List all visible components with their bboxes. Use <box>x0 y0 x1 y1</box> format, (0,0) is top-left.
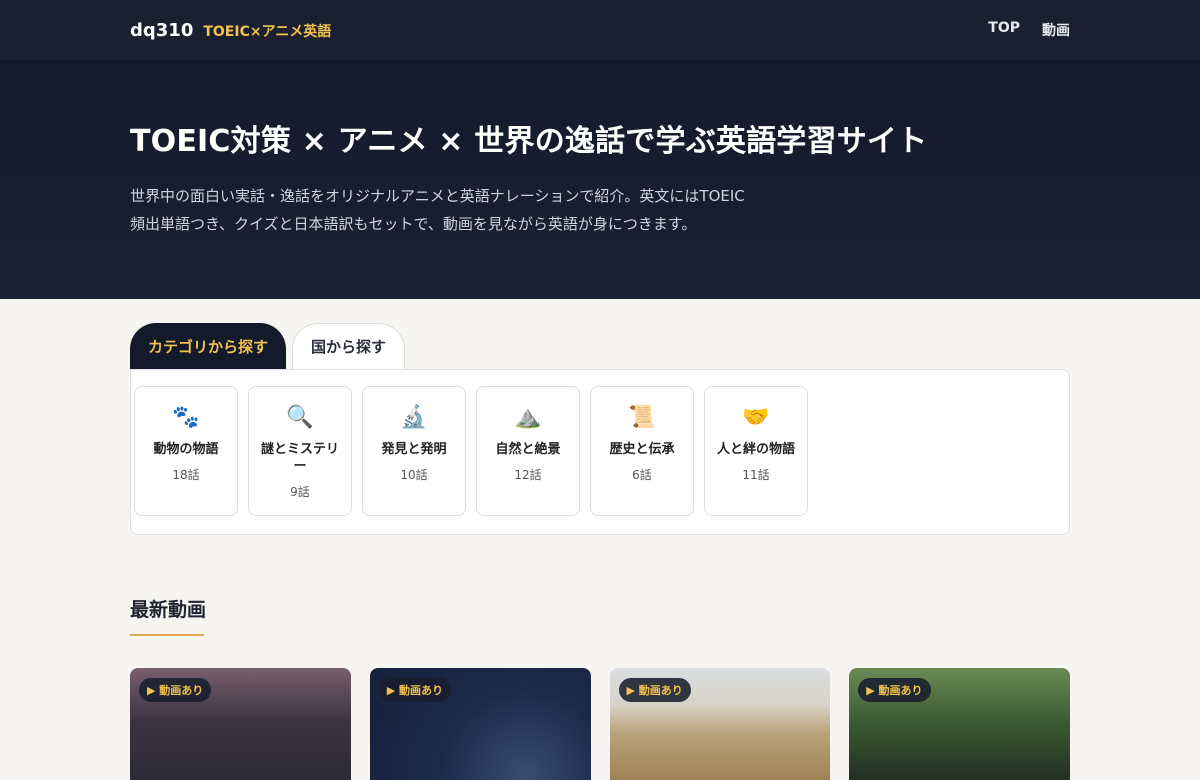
video-badge: ▶ 動画あり <box>139 678 212 702</box>
category-name: 発見と発明 <box>381 442 447 457</box>
hero-description: 世界中の面白い実話・逸話をオリジナルアニメと英語ナレーションで紹介。英文にはTO… <box>130 187 745 233</box>
category-count: 18話 <box>172 468 200 482</box>
brand[interactable]: dq310 TOEIC×アニメ英語 <box>130 20 331 41</box>
browse-section: カテゴリから探す 国から探す 🐾 動物の物語 18話 🔍 謎とミステリー 9話 … <box>0 299 1200 535</box>
category-count: 6話 <box>632 468 652 482</box>
nav-top[interactable]: TOP <box>988 20 1020 40</box>
scroll-icon: 📜 <box>628 405 656 430</box>
category-name: 自然と絶景 <box>495 442 561 457</box>
brand-name[interactable]: dq310 <box>130 20 193 41</box>
category-count: 10話 <box>400 468 428 482</box>
video-grid: ▶ 動画あり ▶ 動画あり ▶ 動画あり ▶ 動画あり <box>130 668 1070 780</box>
nav-videos[interactable]: 動画 <box>1042 20 1070 40</box>
category-name: 人と絆の物語 <box>716 442 795 457</box>
video-badge: ▶ 動画あり <box>858 678 931 702</box>
video-badge: ▶ 動画あり <box>618 678 691 702</box>
browse-tabs: カテゴリから探す 国から探す <box>130 323 1070 369</box>
site-header: dq310 TOEIC×アニメ英語 TOP 動画 <box>0 0 1200 60</box>
video-card-city[interactable]: ▶ 動画あり <box>130 668 351 780</box>
category-card-animals[interactable]: 🐾 動物の物語 18話 <box>134 386 238 516</box>
handshake-icon: 🤝 <box>742 405 770 430</box>
tab-category[interactable]: カテゴリから探す <box>130 323 287 369</box>
category-name: 動物の物語 <box>153 442 219 457</box>
category-count: 9話 <box>290 485 310 499</box>
video-badge: ▶ 動画あり <box>378 678 452 702</box>
category-name: 歴史と伝承 <box>609 442 675 457</box>
brand-subtitle[interactable]: TOEIC×アニメ英語 <box>203 21 331 41</box>
category-count: 11話 <box>742 468 770 482</box>
paw-icon: 🐾 <box>172 405 200 430</box>
mountain-icon: ⛰️ <box>514 405 542 430</box>
hero: TOEIC対策 × アニメ × 世界の逸話で学ぶ英語学習サイト 世界中の面白い実… <box>0 60 1200 299</box>
category-card-nature[interactable]: ⛰️ 自然と絶景 12話 <box>476 386 580 516</box>
category-count: 12話 <box>514 468 542 482</box>
magnifier-icon: 🔍 <box>286 405 314 430</box>
latest-videos-section: 最新動画 ▶ 動画あり ▶ 動画あり ▶ 動画あり ▶ 動画あり <box>0 535 1200 780</box>
category-card-mystery[interactable]: 🔍 謎とミステリー 9話 <box>248 386 352 516</box>
title-underline <box>130 634 204 636</box>
latest-title: 最新動画 <box>130 599 207 621</box>
microscope-icon: 🔬 <box>400 405 428 430</box>
category-card-discovery[interactable]: 🔬 発見と発明 10話 <box>362 386 466 516</box>
tab-country[interactable]: 国から探す <box>292 323 406 369</box>
video-card-desert[interactable]: ▶ 動画あり <box>609 668 831 780</box>
category-name: 謎とミステリー <box>260 442 339 474</box>
category-card-bonds[interactable]: 🤝 人と絆の物語 11話 <box>704 386 808 516</box>
category-panel: 🐾 動物の物語 18話 🔍 謎とミステリー 9話 🔬 発見と発明 10話 ⛰️ … <box>130 369 1070 535</box>
video-card-jungle[interactable]: ▶ 動画あり <box>849 668 1070 780</box>
category-card-history[interactable]: 📜 歴史と伝承 6話 <box>590 386 694 516</box>
main-nav: TOP 動画 <box>988 20 1070 40</box>
hero-title: TOEIC対策 × アニメ × 世界の逸話で学ぶ英語学習サイト <box>130 124 928 159</box>
video-card-night-sky[interactable]: ▶ 動画あり <box>369 668 591 780</box>
